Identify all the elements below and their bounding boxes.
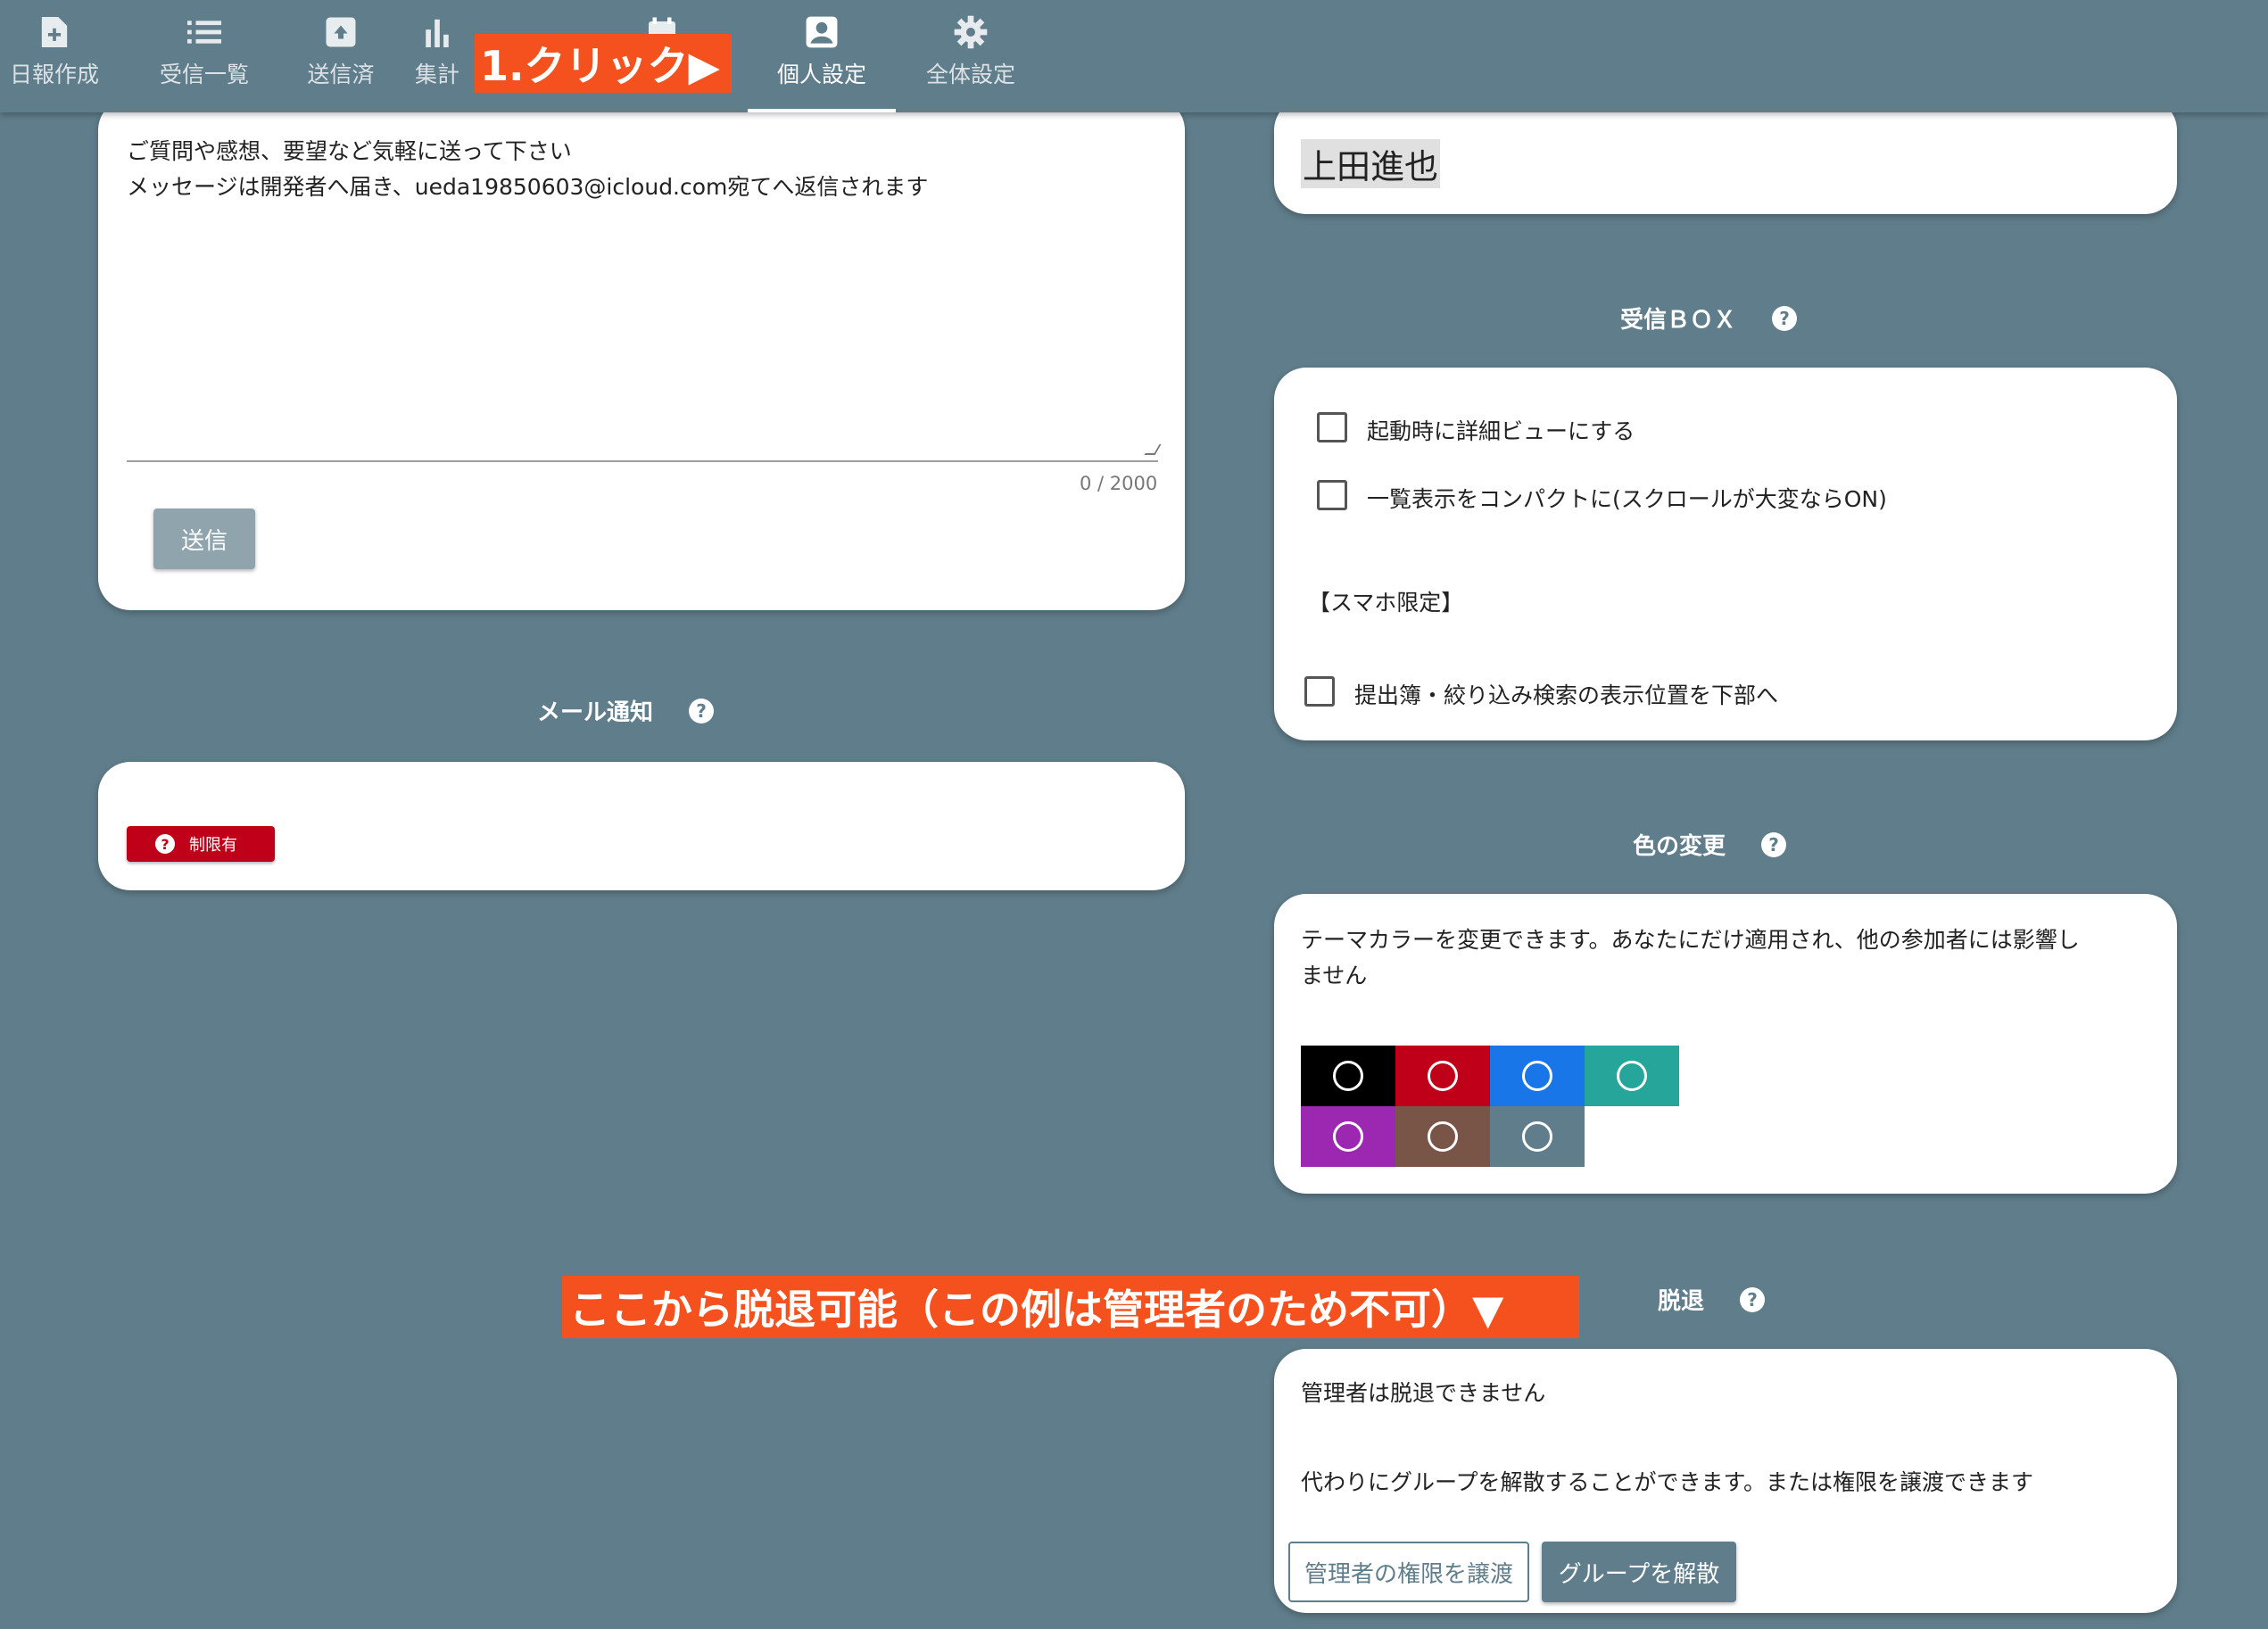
radio-ring-icon	[1333, 1061, 1363, 1091]
textarea-underline	[127, 460, 1158, 462]
radio-ring-icon	[1522, 1121, 1552, 1152]
color-title: 色の変更 ?	[1633, 828, 1787, 861]
tab-personal-settings[interactable]: 個人設定	[748, 0, 896, 112]
radio-ring-icon	[1333, 1121, 1363, 1152]
compact-list-checkbox[interactable]	[1317, 480, 1347, 510]
archive-icon	[323, 14, 359, 50]
inbox-card: 起動時に詳細ビューにする 一覧表示をコンパクトに(スクロールが大変ならON) 【…	[1274, 368, 2177, 740]
tab-inbox[interactable]: 受信一覧	[133, 0, 276, 112]
tab-label: 集計	[414, 62, 459, 87]
color-swatch-black[interactable]	[1301, 1046, 1395, 1106]
help-icon: ?	[155, 834, 175, 854]
option-label: 起動時に詳細ビューにする	[1367, 418, 1635, 444]
withdraw-line1: 管理者は脱退できません	[1301, 1380, 1546, 1406]
help-icon[interactable]: ?	[689, 698, 715, 724]
option-label: 一覧表示をコンパクトに(スクロールが大変ならON)	[1367, 486, 1887, 512]
file-plus-icon	[37, 14, 72, 50]
radio-ring-icon	[1617, 1061, 1647, 1091]
gear-icon	[953, 14, 989, 50]
feedback-card: ご質問や感想、要望など気軽に送って下さい メッセージは開発者へ届き、ueda19…	[98, 98, 1185, 610]
help-icon[interactable]: ?	[1761, 831, 1787, 857]
list-icon	[186, 14, 222, 50]
withdraw-line2: 代わりにグループを解散することができます。または権限を譲渡できます	[1301, 1469, 2034, 1495]
limited-badge[interactable]: ? 制限有	[127, 826, 275, 862]
section-title-text: 脱退	[1658, 1288, 1705, 1315]
resize-handle[interactable]	[1144, 444, 1162, 455]
color-swatch-bluegrey[interactable]	[1490, 1106, 1585, 1167]
color-swatch-purple[interactable]	[1301, 1106, 1395, 1167]
tab-label: 全体設定	[925, 62, 1015, 87]
color-swatch-brown[interactable]	[1395, 1106, 1490, 1167]
radio-ring-icon	[1522, 1061, 1552, 1091]
mail-notification-title: メール通知 ?	[537, 694, 715, 727]
withdraw-card: 管理者は脱退できません 代わりにグループを解散することができます。または権限を譲…	[1274, 1349, 2177, 1613]
withdraw-title: 脱退 ?	[1658, 1283, 1766, 1316]
send-button[interactable]: 送信	[153, 509, 255, 569]
color-swatch-teal[interactable]	[1585, 1046, 1679, 1106]
detail-view-checkbox[interactable]	[1317, 412, 1347, 442]
mail-notification-card: ? 制限有	[98, 762, 1185, 890]
withdraw-callout: ここから脱退可能（この例は管理者のため不可）▼	[562, 1276, 1579, 1338]
radio-ring-icon	[1428, 1121, 1458, 1152]
smartphone-only-heading: 【スマホ限定】	[1308, 590, 1464, 616]
help-icon[interactable]: ?	[1740, 1286, 1766, 1312]
section-title-text: メール通知	[537, 699, 654, 726]
dissolve-group-button[interactable]: グループを解散	[1542, 1542, 1736, 1602]
badge-label: 制限有	[189, 836, 237, 855]
top-nav: 日報作成 受信一覧 送信済 集計 個人設定 全体設定	[0, 0, 2268, 112]
color-swatch-blue[interactable]	[1490, 1046, 1585, 1106]
bar-chart-icon	[419, 14, 455, 50]
transfer-admin-button[interactable]: 管理者の権限を譲渡	[1288, 1542, 1529, 1602]
color-desc-line1: テーマカラーを変更できます。あなたにだけ適用され、他の参加者には影響し	[1301, 927, 2080, 953]
account-box-icon	[804, 14, 840, 50]
tab-label: 受信一覧	[159, 62, 249, 87]
feedback-textarea[interactable]	[127, 125, 1158, 384]
search-position-checkbox[interactable]	[1304, 676, 1335, 707]
section-title-text: 色の変更	[1633, 833, 1726, 860]
tab-label: 個人設定	[776, 62, 866, 87]
tab-label: 日報作成	[9, 62, 99, 87]
inbox-title: 受信ＢＯＸ ?	[1620, 302, 1798, 335]
tab-global-settings[interactable]: 全体設定	[899, 0, 1042, 112]
char-counter: 0 / 2000	[1080, 473, 1158, 494]
section-title-text: 受信ＢＯＸ	[1620, 307, 1737, 334]
color-card: テーマカラーを変更できます。あなたにだけ適用され、他の参加者には影響し ません	[1274, 894, 2177, 1194]
tab-label: 送信済	[307, 62, 375, 87]
name-card: 上田進也	[1274, 98, 2177, 214]
color-swatch-red[interactable]	[1395, 1046, 1490, 1106]
tab-create-report[interactable]: 日報作成	[0, 0, 126, 112]
color-desc-line2: ません	[1301, 963, 1368, 988]
click-callout: 1.クリック▶	[475, 34, 732, 93]
help-icon[interactable]: ?	[1772, 305, 1798, 331]
user-name[interactable]: 上田進也	[1301, 139, 1441, 188]
option-label: 提出簿・絞り込み検索の表示位置を下部へ	[1354, 682, 1779, 708]
radio-ring-icon	[1428, 1061, 1458, 1091]
